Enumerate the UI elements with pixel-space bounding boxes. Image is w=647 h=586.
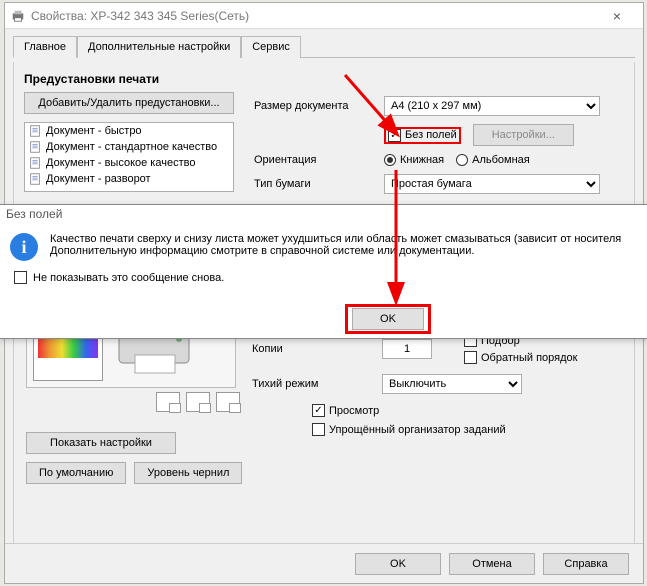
orientation-portrait-radio[interactable] xyxy=(384,154,396,166)
tab-service[interactable]: Сервис xyxy=(241,36,301,58)
landscape-label: Альбомная xyxy=(472,154,530,166)
list-item[interactable]: Документ - разворот xyxy=(25,171,233,187)
ink-levels-button[interactable]: Уровень чернил xyxy=(134,462,242,484)
preview-label: Просмотр xyxy=(329,405,379,417)
messagebox-borderless: Без полей i Качество печати сверху и сни… xyxy=(0,204,647,339)
document-icon xyxy=(28,124,42,138)
document-size-select[interactable]: A4 (210 x 297 мм) xyxy=(384,96,600,116)
list-item[interactable]: Документ - высокое качество xyxy=(25,155,233,171)
orientation-landscape-radio[interactable] xyxy=(456,154,468,166)
layout-thumb[interactable] xyxy=(186,392,210,412)
reverse-checkbox[interactable] xyxy=(464,351,477,364)
printer-icon xyxy=(11,9,25,23)
document-icon xyxy=(28,172,42,186)
messagebox-title: Без полей xyxy=(0,205,647,223)
presets-header: Предустановки печати xyxy=(24,72,624,86)
document-icon xyxy=(28,156,42,170)
show-settings-button[interactable]: Показать настройки xyxy=(26,432,176,454)
list-item-label: Документ - быстро xyxy=(46,125,142,137)
paper-label: Тип бумаги xyxy=(254,178,384,190)
tab-advanced[interactable]: Дополнительные настройки xyxy=(77,36,241,58)
portrait-label: Книжная xyxy=(400,154,444,166)
docsize-label: Размер документа xyxy=(254,100,384,112)
list-item[interactable]: Документ - стандартное качество xyxy=(25,139,233,155)
cancel-button[interactable]: Отмена xyxy=(449,553,535,575)
presets-list[interactable]: Документ - быстро Документ - стандартное… xyxy=(24,122,234,192)
layout-thumb[interactable] xyxy=(156,392,180,412)
dont-show-again-label: Не показывать это сообщение снова. xyxy=(33,272,224,284)
list-item[interactable]: Документ - быстро xyxy=(25,123,233,139)
messagebox-text: Качество печати сверху и снизу листа мож… xyxy=(50,233,621,261)
copies-input[interactable] xyxy=(382,339,432,359)
add-remove-presets-button[interactable]: Добавить/Удалить предустановки... xyxy=(24,92,234,114)
ok-button[interactable]: OK xyxy=(355,553,441,575)
preview-checkbox[interactable]: ✓ xyxy=(312,404,325,417)
borderless-label: Без полей xyxy=(405,129,457,141)
messagebox-ok-button[interactable]: OK xyxy=(352,308,424,330)
simple-organizer-label: Упрощённый организатор заданий xyxy=(329,424,506,436)
quiet-mode-select[interactable]: Выключить xyxy=(382,374,522,394)
orientation-label: Ориентация xyxy=(254,154,384,166)
document-icon xyxy=(28,140,42,154)
thumbnail-row xyxy=(156,392,240,412)
paper-type-select[interactable]: Простая бумага xyxy=(384,174,600,194)
help-button[interactable]: Справка xyxy=(543,553,629,575)
copies-label: Копии xyxy=(252,343,382,355)
layout-thumb[interactable] xyxy=(216,392,240,412)
borderless-settings-button[interactable]: Настройки... xyxy=(473,124,574,146)
list-item-label: Документ - разворот xyxy=(46,173,151,185)
bottom-left-buttons: Показать настройки По умолчанию Уровень … xyxy=(26,432,242,484)
reverse-label: Обратный порядок xyxy=(481,352,577,364)
list-item-label: Документ - высокое качество xyxy=(46,157,195,169)
info-icon: i xyxy=(10,233,38,261)
close-icon[interactable]: × xyxy=(597,4,637,28)
titlebar: Свойства: XP-342 343 345 Series(Сеть) × xyxy=(5,3,643,29)
dont-show-again-checkbox[interactable] xyxy=(14,271,27,284)
list-item-label: Документ - стандартное качество xyxy=(46,141,217,153)
quiet-label: Тихий режим xyxy=(252,378,382,390)
highlight-borderless: ✓ Без полей xyxy=(384,127,461,144)
borderless-checkbox[interactable]: ✓ xyxy=(388,129,401,142)
tab-strip: Главное Дополнительные настройки Сервис xyxy=(13,35,635,58)
simple-organizer-checkbox[interactable] xyxy=(312,423,325,436)
dialog-footer: OK Отмена Справка xyxy=(5,543,643,583)
tab-main[interactable]: Главное xyxy=(13,36,77,58)
defaults-button[interactable]: По умолчанию xyxy=(26,462,126,484)
window-title: Свойства: XP-342 343 345 Series(Сеть) xyxy=(31,9,597,23)
settings-column: Размер документа A4 (210 x 297 мм) ✓ Без… xyxy=(254,96,624,202)
